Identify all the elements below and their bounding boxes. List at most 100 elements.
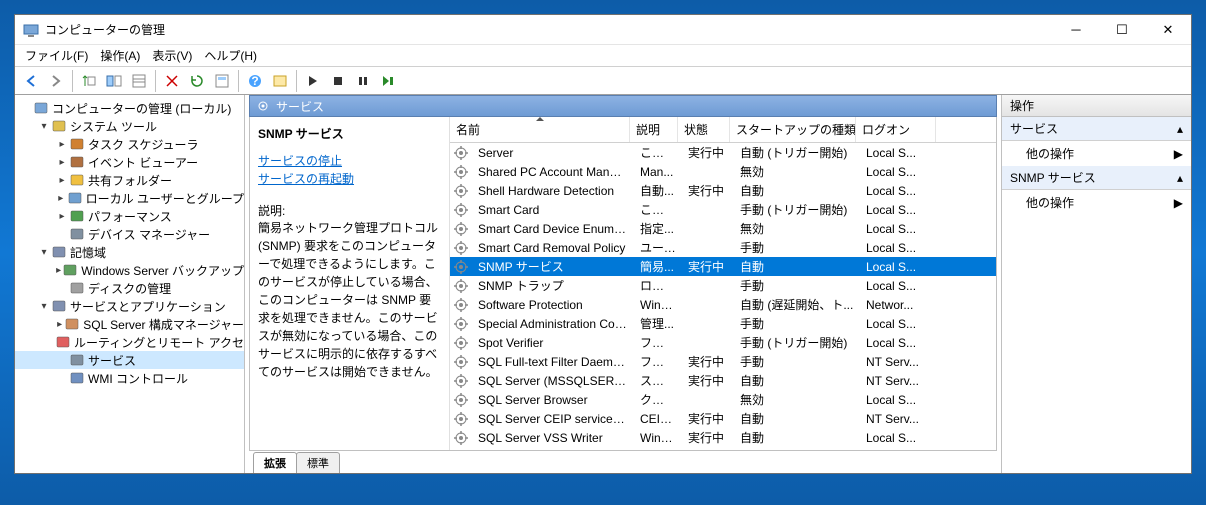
column-status[interactable]: 状態 (678, 117, 730, 142)
show-hide-tree-button[interactable] (77, 69, 101, 93)
service-row[interactable]: Special Administration Cons...管理...手動Loc… (450, 314, 996, 333)
tree-item[interactable]: デバイス マネージャー (15, 225, 244, 243)
stop-service-link[interactable]: サービスの停止 (258, 152, 441, 170)
cell-status: 実行中 (682, 372, 734, 389)
actions-more-1[interactable]: 他の操作▶ (1002, 141, 1191, 166)
tab-extended[interactable]: 拡張 (253, 452, 297, 473)
column-description[interactable]: 説明 (630, 117, 678, 142)
tree-item[interactable]: ルーティングとリモート アクセス (15, 333, 244, 351)
wmi-icon (69, 370, 85, 386)
service-row[interactable]: SQL Server CEIP service (MS...CEIP ...実行… (450, 409, 996, 428)
menu-file[interactable]: ファイル(F) (19, 45, 94, 66)
service-row[interactable]: SNMP サービス簡易...実行中自動Local S... (450, 257, 996, 276)
service-row[interactable]: Smart Cardこのコ...手動 (トリガー開始)Local S... (450, 200, 996, 219)
cell-logon: Local S... (860, 431, 940, 445)
pause-service-button[interactable] (351, 69, 375, 93)
expand-icon[interactable]: ▾ (37, 301, 51, 312)
cell-status: 実行中 (682, 353, 734, 370)
tree-item[interactable]: ▸タスク スケジューラ (15, 135, 244, 153)
help-button[interactable]: ? (243, 69, 267, 93)
column-logon[interactable]: ログオン (856, 117, 936, 142)
cell-logon: NT Serv... (860, 374, 940, 388)
service-row[interactable]: Shell Hardware Detection自動...実行中自動Local … (450, 181, 996, 200)
cell-name: SNMP トラップ (472, 277, 634, 294)
service-row[interactable]: Smart Card Removal Policyユーザ...手動Local S… (450, 238, 996, 257)
close-button[interactable]: ✕ (1145, 15, 1191, 44)
tree-item[interactable]: ▸Windows Server バックアップ (15, 261, 244, 279)
properties-button[interactable] (210, 69, 234, 93)
tree-item-label: ローカル ユーザーとグループ (86, 190, 244, 207)
cell-name: Smart Card (472, 203, 634, 217)
tree-item[interactable]: コンピューターの管理 (ローカル) (15, 99, 244, 117)
service-row[interactable]: SNMP トラップローカ...手動Local S... (450, 276, 996, 295)
actions-more-2[interactable]: 他の操作▶ (1002, 190, 1191, 215)
expand-icon[interactable]: ▸ (55, 265, 62, 276)
restart-service-link[interactable]: サービスの再起動 (258, 170, 441, 188)
column-startup[interactable]: スタートアップの種類 (730, 117, 856, 142)
restart-service-button[interactable] (376, 69, 400, 93)
cell-status: 実行中 (682, 258, 734, 275)
service-row[interactable]: Spot Verifierファイ...手動 (トリガー開始)Local S... (450, 333, 996, 352)
show-hide-actions-button[interactable] (102, 69, 126, 93)
column-name[interactable]: 名前 (450, 117, 630, 142)
tree-item[interactable]: ▸SQL Server 構成マネージャー (15, 315, 244, 333)
service-row[interactable]: SQL Full-text Filter Daemon ...フルテ...実行中… (450, 352, 996, 371)
menu-action[interactable]: 操作(A) (94, 45, 146, 66)
forward-button[interactable] (44, 69, 68, 93)
folder-icon (69, 172, 85, 188)
menu-view[interactable]: 表示(V) (146, 45, 198, 66)
expand-icon[interactable]: ▸ (55, 319, 64, 330)
backup-icon (62, 262, 78, 278)
expand-icon[interactable]: ▾ (37, 247, 51, 258)
tab-standard[interactable]: 標準 (296, 452, 340, 473)
cell-name: Smart Card Removal Policy (472, 241, 634, 255)
minimize-button[interactable]: ─ (1053, 15, 1099, 44)
cell-startup: 自動 (734, 372, 860, 389)
expand-icon[interactable]: ▸ (55, 193, 67, 204)
navigation-tree[interactable]: コンピューターの管理 (ローカル)▾システム ツール▸タスク スケジューラ▸イベ… (15, 95, 245, 473)
expand-icon[interactable]: ▸ (55, 175, 69, 186)
refresh-button[interactable] (185, 69, 209, 93)
cell-startup: 無効 (734, 163, 860, 180)
cell-logon: Local S... (860, 393, 940, 407)
actions-section-snmp[interactable]: SNMP サービス▴ (1002, 166, 1191, 190)
cell-desc: 指定... (634, 220, 682, 237)
stop-service-button[interactable] (326, 69, 350, 93)
service-row[interactable]: Software ProtectionWind...自動 (遅延開始、ト...N… (450, 295, 996, 314)
service-row[interactable]: Smart Card Device Enumera...指定...無効Local… (450, 219, 996, 238)
tree-item[interactable]: ▸パフォーマンス (15, 207, 244, 225)
gear-icon (453, 354, 469, 370)
service-row[interactable]: SQL Server VSS WriterWind...実行中自動Local S… (450, 428, 996, 447)
maximize-button[interactable]: ☐ (1099, 15, 1145, 44)
tree-item[interactable]: ▾サービスとアプリケーション (15, 297, 244, 315)
service-row[interactable]: Shared PC Account ManagerMan...無効Local S… (450, 162, 996, 181)
expand-icon[interactable]: ▸ (55, 139, 69, 150)
tree-item[interactable]: WMI コントロール (15, 369, 244, 387)
services-list[interactable]: 名前 説明 状態 スタートアップの種類 ログオン Serverこのコ...実行中… (450, 117, 996, 450)
export-list-button[interactable] (127, 69, 151, 93)
expand-icon[interactable]: ▸ (55, 157, 69, 168)
tree-item[interactable]: ディスクの管理 (15, 279, 244, 297)
tree-item[interactable]: ▸ ローカル ユーザーとグループ (15, 189, 244, 207)
expand-icon[interactable]: ▸ (55, 211, 69, 222)
actions-section-services[interactable]: サービス▴ (1002, 117, 1191, 141)
service-row[interactable]: Serverこのコ...実行中自動 (トリガー開始)Local S... (450, 143, 996, 162)
service-row[interactable]: SQL Server Browserクライ...無効Local S... (450, 390, 996, 409)
tree-item[interactable]: サービス (15, 351, 244, 369)
titlebar: コンピューターの管理 ─ ☐ ✕ (15, 15, 1191, 45)
chevron-right-icon: ▶ (1174, 147, 1183, 161)
menu-help[interactable]: ヘルプ(H) (198, 45, 263, 66)
back-button[interactable] (19, 69, 43, 93)
cell-logon: NT Serv... (860, 355, 940, 369)
delete-button[interactable] (160, 69, 184, 93)
tree-item[interactable]: ▾記憶域 (15, 243, 244, 261)
tree-item[interactable]: ▾システム ツール (15, 117, 244, 135)
expand-icon[interactable]: ▾ (37, 121, 51, 132)
content-area: コンピューターの管理 (ローカル)▾システム ツール▸タスク スケジューラ▸イベ… (15, 95, 1191, 473)
tree-item[interactable]: ▸イベント ビューアー (15, 153, 244, 171)
service-row[interactable]: SQL Server (MSSQLSERVER)ストレ...実行中自動NT Se… (450, 371, 996, 390)
tree-item[interactable]: ▸共有フォルダー (15, 171, 244, 189)
start-service-button[interactable] (301, 69, 325, 93)
tree-item-label: WMI コントロール (88, 370, 188, 387)
settings-button[interactable] (268, 69, 292, 93)
